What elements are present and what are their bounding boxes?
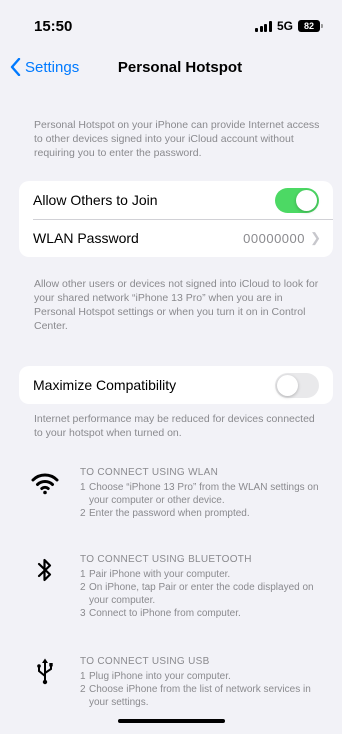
bluetooth-heading: TO CONNECT USING BLUETOOTH: [80, 554, 252, 565]
list-item: 1 Choose “iPhone 13 Pro” from the WLAN se…: [80, 481, 330, 507]
home-indicator[interactable]: [118, 719, 225, 723]
compatibility-group: Maximize Compatibility: [19, 366, 333, 404]
list-item: 2 On iPhone, tap Pair or enter the code d…: [80, 581, 330, 607]
allow-others-description: Allow other users or devices not signed …: [34, 278, 319, 332]
list-item: 3 Connect to iPhone from computer.: [80, 607, 330, 620]
list-item: 2 Enter the password when prompted.: [80, 507, 330, 520]
step-number: 2: [80, 582, 86, 593]
intro-description: Personal Hotspot on your iPhone can prov…: [34, 119, 320, 159]
status-bar: 15:50 5G 82: [0, 0, 342, 50]
step-number: 1: [80, 569, 86, 580]
battery-icon: 82: [298, 20, 323, 32]
signal-icon: [255, 20, 272, 32]
maximize-compatibility-row: Maximize Compatibility: [19, 366, 333, 404]
step-text: Choose “iPhone 13 Pro” from the WLAN set…: [89, 482, 319, 506]
step-number: 2: [80, 508, 86, 519]
allow-others-toggle[interactable]: [275, 188, 319, 213]
step-text: On iPhone, tap Pair or enter the code di…: [89, 582, 314, 606]
wlan-password-value: 00000000: [243, 230, 305, 246]
list-item: 1 Plug iPhone into your computer.: [80, 670, 330, 683]
bluetooth-text: TO CONNECT USING BLUETOOTH 1 Pair iPhone …: [80, 553, 330, 620]
battery-level: 82: [303, 21, 314, 31]
step-text: Enter the password when prompted.: [89, 508, 250, 519]
allow-others-row: Allow Others to Join: [19, 181, 333, 219]
navigation-bar: Settings Personal Hotspot: [0, 50, 342, 90]
allow-others-label: Allow Others to Join: [33, 192, 158, 208]
page-title: Personal Hotspot: [117, 59, 243, 76]
toggle-knob: [296, 190, 317, 211]
wlan-text: TO CONNECT USING WLAN 1 Choose “iPhone 13…: [80, 466, 330, 520]
chevron-right-icon: ❯: [310, 230, 321, 245]
step-text: Connect to iPhone from computer.: [89, 608, 241, 619]
maximize-compatibility-toggle[interactable]: [275, 373, 319, 398]
hotspot-settings-group: Allow Others to Join WLAN Password 00000…: [19, 181, 333, 257]
usb-text: TO CONNECT USING USB 1 Plug iPhone into y…: [80, 655, 330, 709]
step-text: Pair iPhone with your computer.: [89, 569, 231, 580]
wlan-heading: TO CONNECT USING WLAN: [80, 467, 219, 478]
status-indicators: 5G 82: [255, 19, 323, 33]
status-time: 15:50: [34, 18, 73, 35]
network-type: 5G: [276, 19, 293, 33]
maximize-compatibility-label: Maximize Compatibility: [33, 377, 177, 393]
compatibility-description: Internet performance may be reduced for …: [34, 413, 315, 439]
wifi-icon: [31, 473, 59, 495]
bluetooth-icon: [37, 558, 52, 582]
wlan-password-row[interactable]: WLAN Password 00000000 ❯: [19, 219, 333, 257]
usb-heading: TO CONNECT USING USB: [80, 656, 210, 667]
toggle-knob: [277, 375, 298, 396]
step-number: 2: [80, 684, 86, 695]
step-number: 3: [80, 608, 86, 619]
list-item: 1 Pair iPhone with your computer.: [80, 568, 330, 581]
step-number: 1: [80, 482, 86, 493]
step-text: Choose iPhone from the list of network s…: [89, 684, 311, 708]
wlan-password-label: WLAN Password: [33, 230, 139, 246]
usb-icon: [37, 658, 53, 685]
step-number: 1: [80, 671, 86, 682]
list-item: 2 Choose iPhone from the list of network …: [80, 683, 330, 709]
step-text: Plug iPhone into your computer.: [89, 671, 231, 682]
